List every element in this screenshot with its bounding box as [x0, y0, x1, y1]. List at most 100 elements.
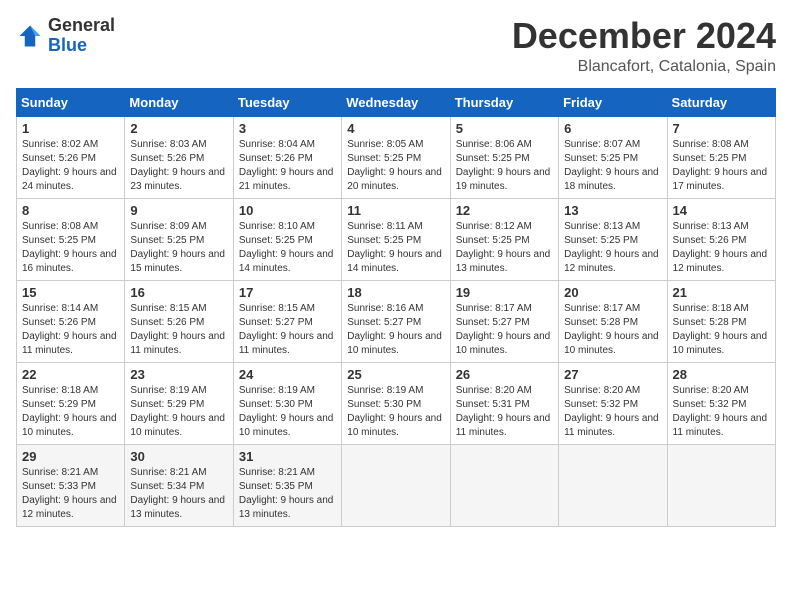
day-cell: 21 Sunrise: 8:18 AMSunset: 5:28 PMDaylig…: [667, 280, 775, 362]
day-number: 7: [673, 121, 770, 136]
day-number: 6: [564, 121, 661, 136]
cell-info: Sunrise: 8:02 AMSunset: 5:26 PMDaylight:…: [22, 138, 119, 194]
day-number: 1: [22, 121, 119, 136]
day-number: 23: [130, 367, 227, 382]
day-cell: [342, 444, 450, 526]
day-number: 20: [564, 285, 661, 300]
day-cell: 30 Sunrise: 8:21 AMSunset: 5:34 PMDaylig…: [125, 444, 233, 526]
day-cell: [450, 444, 558, 526]
day-number: 21: [673, 285, 770, 300]
logo-icon: [16, 22, 44, 50]
day-number: 8: [22, 203, 119, 218]
cell-info: Sunrise: 8:17 AMSunset: 5:27 PMDaylight:…: [456, 302, 553, 358]
cell-info: Sunrise: 8:20 AMSunset: 5:32 PMDaylight:…: [564, 384, 661, 440]
day-cell: 19 Sunrise: 8:17 AMSunset: 5:27 PMDaylig…: [450, 280, 558, 362]
week-row-1: 1 Sunrise: 8:02 AMSunset: 5:26 PMDayligh…: [17, 116, 776, 198]
cell-info: Sunrise: 8:13 AMSunset: 5:26 PMDaylight:…: [673, 220, 770, 276]
logo-text: General Blue: [48, 16, 115, 56]
cell-info: Sunrise: 8:04 AMSunset: 5:26 PMDaylight:…: [239, 138, 336, 194]
day-number: 13: [564, 203, 661, 218]
day-cell: [559, 444, 667, 526]
day-cell: 8 Sunrise: 8:08 AMSunset: 5:25 PMDayligh…: [17, 198, 125, 280]
cell-info: Sunrise: 8:06 AMSunset: 5:25 PMDaylight:…: [456, 138, 553, 194]
week-row-3: 15 Sunrise: 8:14 AMSunset: 5:26 PMDaylig…: [17, 280, 776, 362]
day-number: 19: [456, 285, 553, 300]
day-cell: 4 Sunrise: 8:05 AMSunset: 5:25 PMDayligh…: [342, 116, 450, 198]
day-cell: 1 Sunrise: 8:02 AMSunset: 5:26 PMDayligh…: [17, 116, 125, 198]
cell-info: Sunrise: 8:05 AMSunset: 5:25 PMDaylight:…: [347, 138, 444, 194]
cell-info: Sunrise: 8:19 AMSunset: 5:30 PMDaylight:…: [239, 384, 336, 440]
day-cell: 3 Sunrise: 8:04 AMSunset: 5:26 PMDayligh…: [233, 116, 341, 198]
day-cell: 11 Sunrise: 8:11 AMSunset: 5:25 PMDaylig…: [342, 198, 450, 280]
day-number: 11: [347, 203, 444, 218]
col-thursday: Thursday: [450, 88, 558, 116]
cell-info: Sunrise: 8:11 AMSunset: 5:25 PMDaylight:…: [347, 220, 444, 276]
cell-info: Sunrise: 8:16 AMSunset: 5:27 PMDaylight:…: [347, 302, 444, 358]
day-number: 27: [564, 367, 661, 382]
day-number: 28: [673, 367, 770, 382]
day-cell: [667, 444, 775, 526]
cell-info: Sunrise: 8:07 AMSunset: 5:25 PMDaylight:…: [564, 138, 661, 194]
page-header: General Blue December 2024 Blancafort, C…: [16, 16, 776, 76]
day-number: 15: [22, 285, 119, 300]
col-wednesday: Wednesday: [342, 88, 450, 116]
cell-info: Sunrise: 8:21 AMSunset: 5:34 PMDaylight:…: [130, 466, 227, 522]
cell-info: Sunrise: 8:10 AMSunset: 5:25 PMDaylight:…: [239, 220, 336, 276]
cell-info: Sunrise: 8:03 AMSunset: 5:26 PMDaylight:…: [130, 138, 227, 194]
day-cell: 6 Sunrise: 8:07 AMSunset: 5:25 PMDayligh…: [559, 116, 667, 198]
location: Blancafort, Catalonia, Spain: [512, 58, 776, 76]
week-row-2: 8 Sunrise: 8:08 AMSunset: 5:25 PMDayligh…: [17, 198, 776, 280]
col-sunday: Sunday: [17, 88, 125, 116]
day-number: 2: [130, 121, 227, 136]
day-cell: 10 Sunrise: 8:10 AMSunset: 5:25 PMDaylig…: [233, 198, 341, 280]
day-cell: 13 Sunrise: 8:13 AMSunset: 5:25 PMDaylig…: [559, 198, 667, 280]
day-number: 16: [130, 285, 227, 300]
cell-info: Sunrise: 8:17 AMSunset: 5:28 PMDaylight:…: [564, 302, 661, 358]
day-number: 4: [347, 121, 444, 136]
cell-info: Sunrise: 8:20 AMSunset: 5:32 PMDaylight:…: [673, 384, 770, 440]
cell-info: Sunrise: 8:08 AMSunset: 5:25 PMDaylight:…: [673, 138, 770, 194]
day-cell: 22 Sunrise: 8:18 AMSunset: 5:29 PMDaylig…: [17, 362, 125, 444]
cell-info: Sunrise: 8:12 AMSunset: 5:25 PMDaylight:…: [456, 220, 553, 276]
week-row-4: 22 Sunrise: 8:18 AMSunset: 5:29 PMDaylig…: [17, 362, 776, 444]
day-number: 31: [239, 449, 336, 464]
day-number: 30: [130, 449, 227, 464]
col-saturday: Saturday: [667, 88, 775, 116]
day-cell: 25 Sunrise: 8:19 AMSunset: 5:30 PMDaylig…: [342, 362, 450, 444]
cell-info: Sunrise: 8:19 AMSunset: 5:30 PMDaylight:…: [347, 384, 444, 440]
day-cell: 9 Sunrise: 8:09 AMSunset: 5:25 PMDayligh…: [125, 198, 233, 280]
cell-info: Sunrise: 8:08 AMSunset: 5:25 PMDaylight:…: [22, 220, 119, 276]
cell-info: Sunrise: 8:15 AMSunset: 5:27 PMDaylight:…: [239, 302, 336, 358]
week-row-5: 29 Sunrise: 8:21 AMSunset: 5:33 PMDaylig…: [17, 444, 776, 526]
day-cell: 12 Sunrise: 8:12 AMSunset: 5:25 PMDaylig…: [450, 198, 558, 280]
day-cell: 15 Sunrise: 8:14 AMSunset: 5:26 PMDaylig…: [17, 280, 125, 362]
logo: General Blue: [16, 16, 115, 56]
cell-info: Sunrise: 8:18 AMSunset: 5:29 PMDaylight:…: [22, 384, 119, 440]
cell-info: Sunrise: 8:14 AMSunset: 5:26 PMDaylight:…: [22, 302, 119, 358]
day-cell: 27 Sunrise: 8:20 AMSunset: 5:32 PMDaylig…: [559, 362, 667, 444]
col-friday: Friday: [559, 88, 667, 116]
day-number: 12: [456, 203, 553, 218]
col-monday: Monday: [125, 88, 233, 116]
calendar-table: Sunday Monday Tuesday Wednesday Thursday…: [16, 88, 776, 527]
day-cell: 20 Sunrise: 8:17 AMSunset: 5:28 PMDaylig…: [559, 280, 667, 362]
day-number: 9: [130, 203, 227, 218]
cell-info: Sunrise: 8:13 AMSunset: 5:25 PMDaylight:…: [564, 220, 661, 276]
header-row: Sunday Monday Tuesday Wednesday Thursday…: [17, 88, 776, 116]
cell-info: Sunrise: 8:21 AMSunset: 5:33 PMDaylight:…: [22, 466, 119, 522]
day-number: 3: [239, 121, 336, 136]
day-cell: 31 Sunrise: 8:21 AMSunset: 5:35 PMDaylig…: [233, 444, 341, 526]
day-cell: 26 Sunrise: 8:20 AMSunset: 5:31 PMDaylig…: [450, 362, 558, 444]
cell-info: Sunrise: 8:19 AMSunset: 5:29 PMDaylight:…: [130, 384, 227, 440]
day-cell: 23 Sunrise: 8:19 AMSunset: 5:29 PMDaylig…: [125, 362, 233, 444]
day-cell: 5 Sunrise: 8:06 AMSunset: 5:25 PMDayligh…: [450, 116, 558, 198]
cell-info: Sunrise: 8:20 AMSunset: 5:31 PMDaylight:…: [456, 384, 553, 440]
cell-info: Sunrise: 8:18 AMSunset: 5:28 PMDaylight:…: [673, 302, 770, 358]
day-number: 24: [239, 367, 336, 382]
day-number: 29: [22, 449, 119, 464]
day-number: 10: [239, 203, 336, 218]
day-cell: 18 Sunrise: 8:16 AMSunset: 5:27 PMDaylig…: [342, 280, 450, 362]
day-number: 17: [239, 285, 336, 300]
day-number: 25: [347, 367, 444, 382]
day-number: 14: [673, 203, 770, 218]
